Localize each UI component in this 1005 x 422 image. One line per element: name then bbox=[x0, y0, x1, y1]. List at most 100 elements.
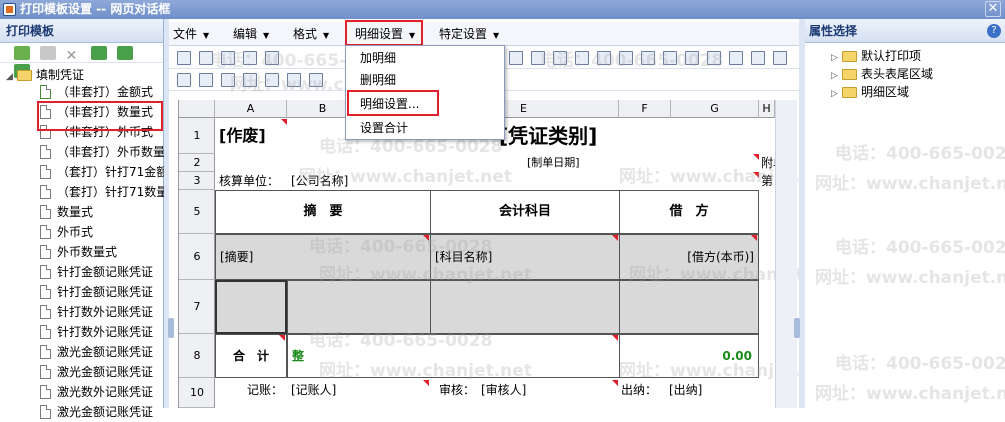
edit-template-icon[interactable] bbox=[39, 46, 56, 60]
watermark-site: 网址：www.chanjet.net bbox=[815, 268, 1005, 288]
print-preview-icon[interactable] bbox=[243, 51, 257, 65]
property-item[interactable]: ▷ 明细区域 bbox=[831, 83, 909, 102]
debit-local-field[interactable]: [借方(本币)] bbox=[619, 234, 759, 280]
account-header[interactable]: 会计科目 bbox=[430, 190, 620, 234]
company-cell[interactable]: [公司名称] bbox=[291, 172, 411, 190]
tree-item[interactable]: 激光数外记账凭证 bbox=[40, 383, 153, 402]
new-template-icon[interactable] bbox=[14, 46, 30, 60]
align-center-icon[interactable] bbox=[553, 51, 567, 65]
add-detail-item[interactable]: 加明细 bbox=[360, 48, 396, 68]
debit-header[interactable]: 借 方 bbox=[619, 190, 759, 234]
detail-cell[interactable] bbox=[430, 280, 620, 334]
merge-cells-icon[interactable] bbox=[641, 51, 655, 65]
folder-icon[interactable] bbox=[287, 73, 301, 87]
row-header[interactable]: 2 bbox=[179, 154, 215, 172]
tree-item[interactable]: 外币数量式 bbox=[40, 243, 117, 262]
row-header[interactable]: 10 bbox=[179, 378, 215, 408]
column-header[interactable]: H bbox=[759, 100, 775, 118]
total-amount-cell[interactable]: 0.00 bbox=[619, 334, 759, 378]
tree-item[interactable]: 数量式 bbox=[40, 203, 93, 222]
tree-item[interactable]: 激光金额记账凭证 bbox=[40, 343, 153, 362]
menu-format[interactable]: 格式 ▼ bbox=[293, 22, 329, 46]
align-top-icon[interactable] bbox=[575, 51, 589, 65]
tree-item[interactable]: 激光金额记账凭证 bbox=[40, 403, 153, 422]
tree-item[interactable]: （非套打）外币数量 bbox=[40, 143, 165, 162]
total-cn-cell[interactable]: 整 bbox=[287, 334, 620, 378]
total-label-cell[interactable]: 合 计 bbox=[215, 334, 287, 378]
align-bottom-icon[interactable] bbox=[619, 51, 633, 65]
row-header[interactable]: 3 bbox=[179, 172, 215, 190]
property-item[interactable]: ▷ 默认打印项 bbox=[831, 47, 921, 66]
column-header[interactable]: G bbox=[671, 100, 759, 118]
new-page-icon[interactable] bbox=[177, 51, 191, 65]
menu-file[interactable]: 文件 ▼ bbox=[173, 22, 209, 46]
page-no-cell[interactable]: 第 bbox=[761, 172, 775, 190]
row-header[interactable]: 6 bbox=[179, 234, 215, 280]
reviewer-field[interactable]: [审核人] bbox=[481, 380, 571, 400]
tree-item[interactable]: 外币式 bbox=[40, 223, 93, 242]
right-collapse-grip[interactable] bbox=[794, 318, 800, 338]
image-icon[interactable] bbox=[265, 73, 279, 87]
import-template-icon[interactable] bbox=[91, 46, 108, 60]
attach-cell[interactable]: 附单 bbox=[761, 154, 775, 172]
column-header[interactable]: A bbox=[215, 100, 287, 118]
left-collapse-grip[interactable] bbox=[168, 318, 174, 338]
align-left-icon[interactable] bbox=[509, 51, 523, 65]
row-icon[interactable] bbox=[199, 73, 213, 87]
tree-item[interactable]: 针打数外记账凭证 bbox=[40, 323, 153, 342]
summary-field[interactable]: [摘要] bbox=[215, 234, 431, 280]
vertical-scrollbar[interactable] bbox=[775, 100, 797, 408]
align-right-icon[interactable] bbox=[531, 51, 545, 65]
template-sheet[interactable]: A B C D E F G H 1 2 3 5 6 7 8 10 [作废] [凭… bbox=[178, 100, 842, 408]
tree-item[interactable]: 针打数外记账凭证 bbox=[40, 303, 153, 322]
template-toolbar: ✕ bbox=[0, 43, 163, 78]
menu-edit[interactable]: 编辑 ▼ bbox=[233, 22, 269, 46]
selected-cell[interactable] bbox=[215, 280, 287, 334]
tree-item[interactable]: 针打金额记账凭证 bbox=[40, 263, 153, 282]
pen-icon[interactable] bbox=[751, 51, 765, 65]
make-date-cell[interactable]: [制单日期] bbox=[527, 154, 647, 172]
preview-icon[interactable] bbox=[221, 51, 235, 65]
row-header[interactable]: 8 bbox=[179, 334, 215, 378]
collapse-icon[interactable]: ◢ bbox=[6, 68, 14, 87]
export-template-icon[interactable] bbox=[117, 46, 134, 60]
expand-icon[interactable]: ▷ bbox=[831, 85, 839, 104]
cell-format-icon[interactable] bbox=[221, 73, 235, 87]
close-icon[interactable]: ✕ bbox=[985, 1, 1001, 17]
insert-column-icon[interactable] bbox=[707, 51, 721, 65]
void-cell[interactable]: [作废] bbox=[219, 122, 289, 150]
column-header[interactable]: F bbox=[619, 100, 671, 118]
detail-cell[interactable] bbox=[287, 280, 431, 334]
voucher-type-cell[interactable]: [凭证类别] bbox=[499, 120, 639, 152]
delete-template-icon[interactable]: ✕ bbox=[66, 49, 82, 64]
tree-item[interactable]: （套打）针打71数量 bbox=[40, 183, 168, 202]
set-total-item[interactable]: 设置合计 bbox=[360, 118, 408, 138]
bookkeeper-field[interactable]: [记账人] bbox=[291, 380, 371, 400]
field-icon[interactable] bbox=[309, 73, 323, 87]
align-middle-icon[interactable] bbox=[597, 51, 611, 65]
property-item[interactable]: ▷ 表头表尾区域 bbox=[831, 65, 933, 84]
print-icon[interactable] bbox=[265, 51, 279, 65]
grid-icon[interactable] bbox=[729, 51, 743, 65]
help-icon[interactable]: ? bbox=[987, 24, 1001, 38]
delete-detail-item[interactable]: 删明细 bbox=[360, 70, 396, 90]
row-header[interactable]: 7 bbox=[179, 280, 215, 334]
account-name-field[interactable]: [科目名称] bbox=[430, 234, 620, 280]
menu-special-settings[interactable]: 特定设置 ▼ bbox=[439, 22, 499, 46]
cashier-field[interactable]: [出纳] bbox=[669, 380, 739, 400]
summary-header[interactable]: 摘 要 bbox=[215, 190, 431, 234]
insert-row-icon[interactable] bbox=[685, 51, 699, 65]
open-icon[interactable] bbox=[199, 51, 213, 65]
tree-item[interactable]: 激光金额记账凭证 bbox=[40, 363, 153, 382]
detail-cell[interactable] bbox=[619, 280, 759, 334]
tree-item[interactable]: 针打金额记账凭证 bbox=[40, 283, 153, 302]
table-icon[interactable] bbox=[177, 73, 191, 87]
template-panel: 打印模板 ✕ ◢ 填制凭证 （非套打）金额式 （非套打）数量式 （非套打）外币式 … bbox=[0, 19, 168, 419]
tree-item[interactable]: （套打）针打71金额 bbox=[40, 163, 168, 182]
split-cells-icon[interactable] bbox=[663, 51, 677, 65]
row-header[interactable]: 5 bbox=[179, 190, 215, 234]
tree-item[interactable]: （非套打）金额式 bbox=[40, 83, 153, 102]
row-header[interactable]: 1 bbox=[179, 118, 215, 154]
border-icon[interactable] bbox=[243, 73, 257, 87]
paint-icon[interactable] bbox=[773, 51, 787, 65]
